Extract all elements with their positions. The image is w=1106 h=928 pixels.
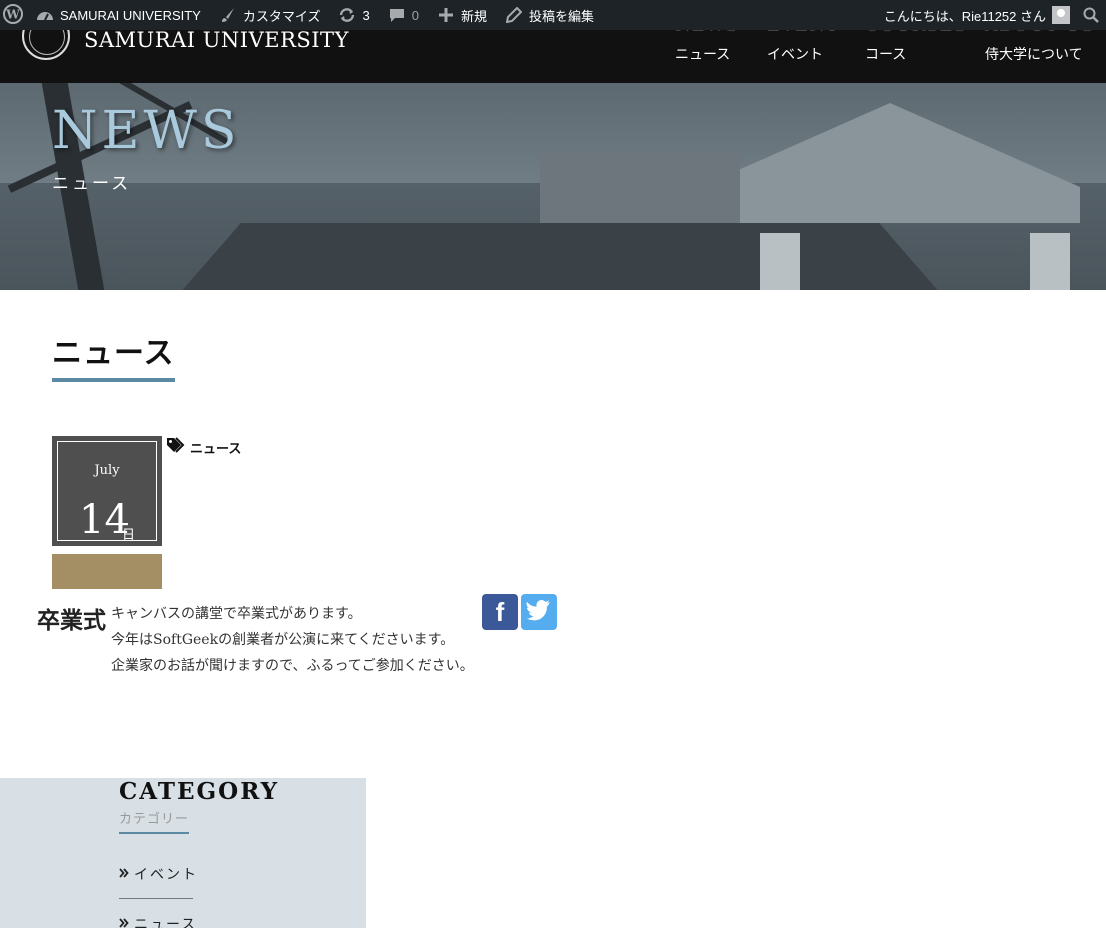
twitter-icon <box>526 597 552 628</box>
nav-item-event-ja: イベント <box>767 47 823 63</box>
site-name-label: SAMURAI UNIVERSITY <box>60 7 201 23</box>
post-tag-label[interactable]: ニュース <box>190 438 241 457</box>
updates-icon <box>338 6 356 24</box>
post-body-line: 企業家のお話が聞けますので、ふるってご参加ください。 <box>111 658 474 674</box>
admin-bar: W SAMURAI UNIVERSITY カスタマイズ 3 0 新規 投稿を編集… <box>0 0 1106 30</box>
hero-subtitle: ニュース <box>52 174 132 194</box>
site-name-button[interactable]: SAMURAI UNIVERSITY <box>27 0 210 30</box>
category-divider <box>119 898 193 899</box>
pencil-icon <box>505 6 523 24</box>
new-content-label: 新規 <box>460 8 487 24</box>
tags-icon <box>166 437 186 457</box>
post-category-bar <box>52 554 162 589</box>
plus-icon <box>437 6 455 24</box>
wordpress-icon: W <box>3 3 23 27</box>
category-title: CATEGORY <box>119 778 280 805</box>
updates-button[interactable]: 3 <box>329 0 378 30</box>
post-date-month: July <box>94 463 120 478</box>
hero-title: NEWS <box>52 101 241 161</box>
comments-button[interactable]: 0 <box>379 0 428 30</box>
edit-post-label: 投稿を編集 <box>528 8 594 24</box>
hero-banner: NEWS ニュース <box>0 83 1106 290</box>
post-date-frame: July 14 日 <box>57 441 157 543</box>
wordpress-logo-button[interactable]: W <box>0 0 27 30</box>
search-icon <box>1082 6 1100 24</box>
share-buttons: f <box>482 594 557 630</box>
paintbrush-icon <box>219 6 237 24</box>
post-date-suffix: 日 <box>122 528 136 543</box>
double-chevron-right-icon <box>119 916 129 928</box>
site-title[interactable]: SAMURAI UNIVERSITY <box>84 28 349 52</box>
updates-count: 3 <box>362 7 370 23</box>
facebook-icon: f <box>495 596 505 627</box>
post-tag[interactable]: ニュース <box>166 437 241 457</box>
category-item-event[interactable]: イベント <box>119 864 198 884</box>
post-body: キャンバスの講堂で卒業式があります。 今年はSoftGeekの創業者が公演に来て… <box>111 601 474 679</box>
post-body-line: 今年はSoftGeekの創業者が公演に来てくださいます。 <box>111 632 455 648</box>
page-title: ニュース <box>52 328 175 382</box>
greeting-label: こんにちは、Rie11252 さん <box>883 8 1046 24</box>
nav-item-news-ja: ニュース <box>675 47 731 63</box>
customize-button[interactable]: カスタマイズ <box>210 0 330 30</box>
dashboard-icon <box>36 6 54 24</box>
double-chevron-right-icon <box>119 866 129 882</box>
post-title: 卒業式 <box>37 607 106 634</box>
admin-search-button[interactable] <box>1076 0 1106 30</box>
sidebar-category: CATEGORY カテゴリー イベント ニュース <box>0 778 366 928</box>
new-content-button[interactable]: 新規 <box>428 0 496 30</box>
twitter-share-button[interactable] <box>521 594 557 630</box>
post-body-line: キャンバスの講堂で卒業式があります。 <box>111 606 362 622</box>
hero-building-roof <box>180 223 940 290</box>
category-item-label: イベント <box>134 867 198 883</box>
comment-icon <box>388 6 406 24</box>
edit-post-button[interactable]: 投稿を編集 <box>496 0 603 30</box>
category-item-news[interactable]: ニュース <box>119 914 197 928</box>
avatar <box>1052 6 1070 24</box>
hero-building-column <box>1030 233 1070 290</box>
customize-label: カスタマイズ <box>242 8 321 24</box>
svg-text:W: W <box>5 7 20 21</box>
facebook-share-button[interactable]: f <box>482 594 518 630</box>
category-item-label: ニュース <box>134 917 198 928</box>
nav-item-about-ja: 侍大学について <box>985 47 1083 63</box>
hero-building-column <box>760 233 800 290</box>
nav-item-courses-ja: コース <box>865 47 907 63</box>
category-subtitle: カテゴリー <box>119 808 190 834</box>
post-date-badge: July 14 日 <box>52 436 162 546</box>
my-account-button[interactable]: こんにちは、Rie11252 さん <box>875 0 1076 30</box>
comments-count: 0 <box>411 7 419 23</box>
